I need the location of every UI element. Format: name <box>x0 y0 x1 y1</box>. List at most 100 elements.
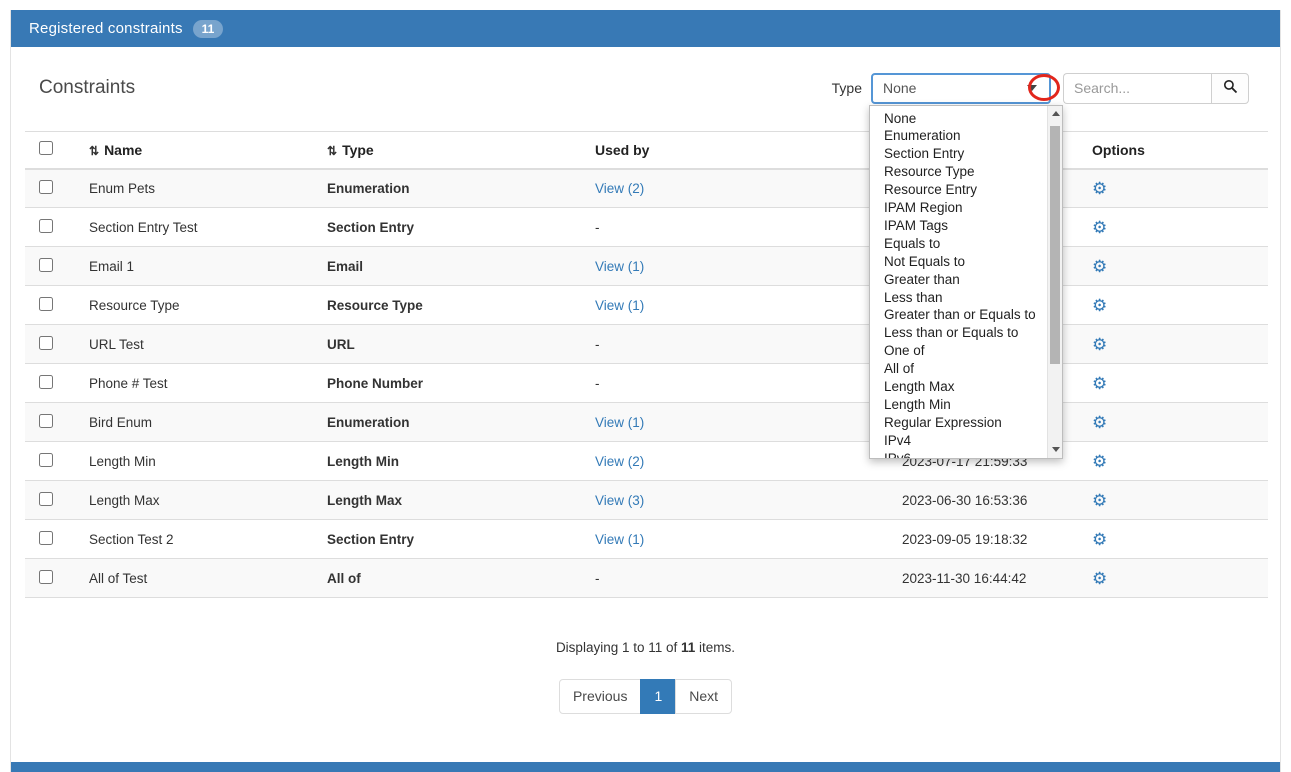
used-by-link[interactable]: View (1) <box>595 532 644 547</box>
constraint-name: Email 1 <box>81 247 319 286</box>
dropdown-option-resource-type[interactable]: Resource Type <box>870 163 1062 181</box>
constraints-table: ⇅Name ⇅Type Used by Options Enum Pets En… <box>25 131 1268 598</box>
type-filter-label: Type <box>832 80 862 96</box>
used-by-link[interactable]: View (2) <box>595 454 644 469</box>
used-by-link[interactable]: View (2) <box>595 181 644 196</box>
table-row: Resource Type Resource Type View (1) ⚙ <box>25 286 1268 325</box>
next-page-button[interactable]: Next <box>675 679 732 714</box>
row-checkbox[interactable] <box>39 570 53 584</box>
constraint-updated: 2023-11-30 16:44:42 <box>894 559 1084 598</box>
constraint-updated: 2023-06-30 16:53:36 <box>894 481 1084 520</box>
gear-icon[interactable]: ⚙ <box>1092 297 1107 314</box>
select-all-checkbox[interactable] <box>39 141 53 155</box>
constraint-type: Email <box>319 247 587 286</box>
constraint-name: Length Min <box>81 442 319 481</box>
scroll-down-arrow-icon[interactable] <box>1048 442 1063 458</box>
dropdown-option-less-than[interactable]: Less than <box>870 289 1062 307</box>
search-icon <box>1223 79 1238 97</box>
dropdown-option-ipam-tags[interactable]: IPAM Tags <box>870 217 1062 235</box>
used-by-link[interactable]: View (1) <box>595 259 644 274</box>
dropdown-scrollbar[interactable] <box>1047 106 1062 458</box>
dropdown-option-section-entry[interactable]: Section Entry <box>870 145 1062 163</box>
dropdown-option-less-or-equals[interactable]: Less than or Equals to <box>870 324 1062 342</box>
row-checkbox[interactable] <box>39 180 53 194</box>
dropdown-option-greater-than[interactable]: Greater than <box>870 271 1062 289</box>
dropdown-option-ipv4[interactable]: IPv4 <box>870 432 1062 450</box>
previous-page-button[interactable]: Previous <box>559 679 641 714</box>
column-header-name[interactable]: ⇅Name <box>81 132 319 169</box>
search-button[interactable] <box>1211 73 1249 104</box>
used-by-link[interactable]: View (3) <box>595 493 644 508</box>
gear-icon[interactable]: ⚙ <box>1092 492 1107 509</box>
row-checkbox[interactable] <box>39 414 53 428</box>
pagination: Previous 1 Next <box>25 679 1266 714</box>
dropdown-option-resource-entry[interactable]: Resource Entry <box>870 181 1062 199</box>
table-row: Bird Enum Enumeration View (1) ⚙ <box>25 403 1268 442</box>
panel-header-title: Registered constraints <box>29 20 183 37</box>
dropdown-option-greater-or-equals[interactable]: Greater than or Equals to <box>870 306 1062 324</box>
constraint-updated: 2023-09-05 19:18:32 <box>894 520 1084 559</box>
type-select[interactable]: None <box>871 73 1051 104</box>
dropdown-option-one-of[interactable]: One of <box>870 342 1062 360</box>
constraint-type: Length Max <box>319 481 587 520</box>
row-checkbox[interactable] <box>39 297 53 311</box>
dropdown-option-ipv6[interactable]: IPv6 <box>870 450 1062 459</box>
row-checkbox[interactable] <box>39 219 53 233</box>
table-row: Section Test 2 Section Entry View (1) 20… <box>25 520 1268 559</box>
constraint-name: Enum Pets <box>81 169 319 208</box>
constraint-name: Length Max <box>81 481 319 520</box>
row-checkbox[interactable] <box>39 375 53 389</box>
used-by-link[interactable]: View (1) <box>595 415 644 430</box>
table-header-row: ⇅Name ⇅Type Used by Options <box>25 132 1268 169</box>
chevron-down-icon <box>1027 85 1037 91</box>
constraint-name: Bird Enum <box>81 403 319 442</box>
gear-icon[interactable]: ⚙ <box>1092 414 1107 431</box>
constraint-type: Enumeration <box>319 403 587 442</box>
gear-icon[interactable]: ⚙ <box>1092 375 1107 392</box>
table-row: Enum Pets Enumeration View (2) ⚙ <box>25 169 1268 208</box>
gear-icon[interactable]: ⚙ <box>1092 180 1107 197</box>
table-row: URL Test URL - ⚙ <box>25 325 1268 364</box>
row-checkbox[interactable] <box>39 453 53 467</box>
used-by-empty: - <box>595 571 600 586</box>
gear-icon[interactable]: ⚙ <box>1092 570 1107 587</box>
type-select-wrapper: None None Enumeration Section Entry Reso… <box>871 73 1051 104</box>
scrollbar-thumb[interactable] <box>1050 126 1060 364</box>
column-header-used-by: Used by <box>587 132 894 169</box>
constraint-name: URL Test <box>81 325 319 364</box>
sort-icon: ⇅ <box>327 144 337 158</box>
page-1-button[interactable]: 1 <box>640 679 676 714</box>
dropdown-option-all-of[interactable]: All of <box>870 360 1062 378</box>
gear-icon[interactable]: ⚙ <box>1092 531 1107 548</box>
dropdown-option-regular-expression[interactable]: Regular Expression <box>870 414 1062 432</box>
dropdown-option-length-max[interactable]: Length Max <box>870 378 1062 396</box>
constraint-name: Section Test 2 <box>81 520 319 559</box>
search-input[interactable] <box>1063 73 1211 104</box>
sort-icon: ⇅ <box>89 144 99 158</box>
gear-icon[interactable]: ⚙ <box>1092 336 1107 353</box>
constraint-name: Phone # Test <box>81 364 319 403</box>
footer-bar <box>11 762 1280 772</box>
scroll-up-arrow-icon[interactable] <box>1048 106 1063 122</box>
table-row: Email 1 Email View (1) ⚙ <box>25 247 1268 286</box>
dropdown-option-equals-to[interactable]: Equals to <box>870 235 1062 253</box>
dropdown-option-ipam-region[interactable]: IPAM Region <box>870 199 1062 217</box>
toolbar-controls: Type None None Enumeration Section Entry… <box>832 73 1249 104</box>
items-summary: Displaying 1 to 11 of 11 items. <box>25 640 1266 655</box>
table-row: Length Max Length Max View (3) 2023-06-3… <box>25 481 1268 520</box>
used-by-link[interactable]: View (1) <box>595 298 644 313</box>
row-checkbox[interactable] <box>39 258 53 272</box>
panel-content: Constraints Type None None Enumeration S… <box>11 47 1280 762</box>
gear-icon[interactable]: ⚙ <box>1092 453 1107 470</box>
gear-icon[interactable]: ⚙ <box>1092 258 1107 275</box>
row-checkbox[interactable] <box>39 531 53 545</box>
dropdown-option-length-min[interactable]: Length Min <box>870 396 1062 414</box>
dropdown-option-none[interactable]: None <box>870 110 1062 128</box>
constraint-type: Resource Type <box>319 286 587 325</box>
dropdown-option-enumeration[interactable]: Enumeration <box>870 127 1062 145</box>
row-checkbox[interactable] <box>39 336 53 350</box>
column-header-type[interactable]: ⇅Type <box>319 132 587 169</box>
gear-icon[interactable]: ⚙ <box>1092 219 1107 236</box>
row-checkbox[interactable] <box>39 492 53 506</box>
dropdown-option-not-equals-to[interactable]: Not Equals to <box>870 253 1062 271</box>
